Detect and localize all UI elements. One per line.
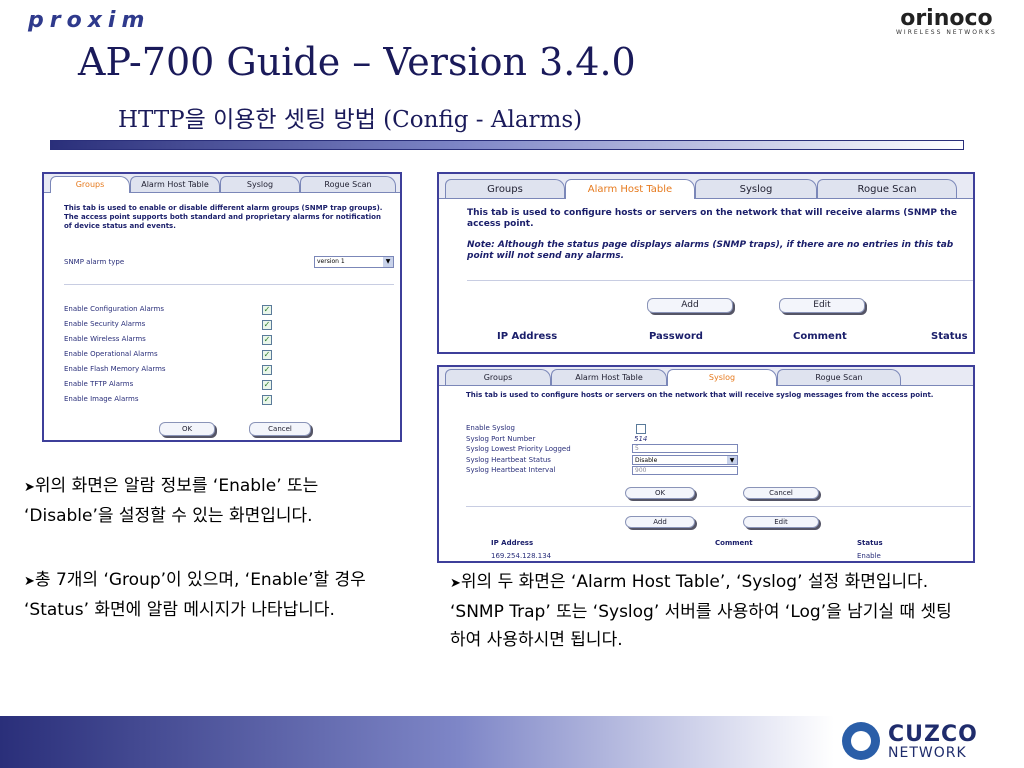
checkbox-security-alarms[interactable]: ✓ xyxy=(262,320,272,330)
description-groups: ➤위의 화면은 알람 정보를 ‘Enable’ 또는 ‘Disable’을 설정… xyxy=(24,472,404,530)
cuzco-network-logo: CUZCO NETWORK xyxy=(842,718,1012,764)
orinoco-logo-tag: WIRELESS NETWORKS xyxy=(896,29,997,36)
tab-groups[interactable]: Groups xyxy=(50,176,130,193)
column-password: Password xyxy=(649,331,703,342)
orinoco-logo-name: orinoco xyxy=(900,6,993,31)
tab-rogue-scan[interactable]: Rogue Scan xyxy=(777,369,901,385)
description-status-text: 총 7개의 ‘Group’이 있으며, ‘Enable’할 경우 ‘Status… xyxy=(24,570,366,620)
page-subtitle: HTTP을 이용한 셋팅 방법 (Config - Alarms) xyxy=(118,107,583,133)
heartbeat-interval-value: 900 xyxy=(635,467,647,474)
ok-button[interactable]: OK xyxy=(159,422,215,436)
label-heartbeat-status: Syslog Heartbeat Status xyxy=(466,456,551,464)
chevron-down-icon: ▼ xyxy=(727,456,737,464)
groups-screenshot: Groups Alarm Host Table Syslog Rogue Sca… xyxy=(42,172,402,442)
chevron-down-icon: ▼ xyxy=(383,257,393,267)
table-row-ip: 169.254.128.134 xyxy=(491,552,552,560)
tab-syslog[interactable]: Syslog xyxy=(220,176,300,192)
checkbox-tftp-alarms[interactable]: ✓ xyxy=(262,380,272,390)
snmp-alarm-type-value: version 1 xyxy=(317,258,345,265)
cancel-button[interactable]: Cancel xyxy=(743,487,819,499)
syslog-screenshot: Groups Alarm Host Table Syslog Rogue Sca… xyxy=(437,365,975,563)
checkbox-image-alarms[interactable]: ✓ xyxy=(262,395,272,405)
cancel-button[interactable]: Cancel xyxy=(249,422,311,436)
checkbox-enable-syslog[interactable] xyxy=(636,424,646,434)
groups-intro: This tab is used to enable or disable di… xyxy=(64,204,383,230)
column-ip-address: IP Address xyxy=(497,331,558,342)
alarm-label-image: Enable Image Alarms xyxy=(64,395,139,403)
label-heartbeat-interval: Syslog Heartbeat Interval xyxy=(466,466,556,474)
tab-alarm-host-table[interactable]: Alarm Host Table xyxy=(565,179,695,199)
description-host-syslog-text: 위의 두 화면은 ‘Alarm Host Table’, ‘Syslog’ 설정… xyxy=(450,572,952,650)
tab-groups[interactable]: Groups xyxy=(445,369,551,385)
alarm-host-table-screenshot: Groups Alarm Host Table Syslog Rogue Sca… xyxy=(437,172,975,354)
heartbeat-status-select[interactable]: Disable ▼ xyxy=(632,455,738,465)
footer-bar xyxy=(0,716,834,768)
checkbox-configuration-alarms[interactable]: ✓ xyxy=(262,305,272,315)
description-groups-text: 위의 화면은 알람 정보를 ‘Enable’ 또는 ‘Disable’을 설정할… xyxy=(24,476,319,526)
alarm-label-flash-memory: Enable Flash Memory Alarms xyxy=(64,365,166,373)
column-status: Status xyxy=(857,539,883,547)
checkbox-operational-alarms[interactable]: ✓ xyxy=(262,350,272,360)
alarm-label-wireless: Enable Wireless Alarms xyxy=(64,335,146,343)
divider xyxy=(466,506,971,507)
title-divider-bar xyxy=(50,140,964,150)
orinoco-logo: orinoco WIRELESS NETWORKS xyxy=(896,6,997,36)
alarm-label-operational: Enable Operational Alarms xyxy=(64,350,158,358)
tab-rogue-scan[interactable]: Rogue Scan xyxy=(300,176,396,192)
divider xyxy=(467,280,973,281)
snmp-alarm-type-select[interactable]: version 1 ▼ xyxy=(314,256,394,268)
arrow-bullet-icon: ➤ xyxy=(450,576,461,591)
tab-alarm-host-table[interactable]: Alarm Host Table xyxy=(551,369,667,385)
description-host-syslog: ➤위의 두 화면은 ‘Alarm Host Table’, ‘Syslog’ 설… xyxy=(450,568,954,654)
alarm-label-configuration: Enable Configuration Alarms xyxy=(64,305,165,313)
column-ip-address: IP Address xyxy=(491,539,534,547)
proxim-logo: proxim xyxy=(28,8,151,33)
host-intro: This tab is used to configure hosts or s… xyxy=(467,208,957,229)
alarm-label-security: Enable Security Alarms xyxy=(64,320,146,328)
syslog-priority-value: 5 xyxy=(635,445,639,452)
cuzco-logo-mark-icon xyxy=(842,722,880,760)
checkbox-wireless-alarms[interactable]: ✓ xyxy=(262,335,272,345)
edit-button[interactable]: Edit xyxy=(779,298,865,313)
heartbeat-status-value: Disable xyxy=(635,457,658,464)
column-comment: Comment xyxy=(715,539,753,547)
tab-groups[interactable]: Groups xyxy=(445,179,565,198)
cuzco-logo-line2: NETWORK xyxy=(888,745,967,761)
add-button[interactable]: Add xyxy=(647,298,733,313)
description-status: ➤총 7개의 ‘Group’이 있으며, ‘Enable’할 경우 ‘Statu… xyxy=(24,566,404,624)
label-enable-syslog: Enable Syslog xyxy=(466,424,515,432)
alarm-label-tftp: Enable TFTP Alarms xyxy=(64,380,134,388)
heartbeat-interval-field[interactable]: 900 xyxy=(632,466,738,475)
table-row-status: Enable xyxy=(857,552,881,560)
groups-tab-strip: Groups Alarm Host Table Syslog Rogue Sca… xyxy=(44,174,400,193)
ok-button[interactable]: OK xyxy=(625,487,695,499)
tab-alarm-host-table[interactable]: Alarm Host Table xyxy=(130,176,220,192)
arrow-bullet-icon: ➤ xyxy=(24,574,35,589)
syslog-intro: This tab is used to configure hosts or s… xyxy=(466,391,934,399)
host-tab-strip: Groups Alarm Host Table Syslog Rogue Sca… xyxy=(439,174,973,199)
tab-syslog[interactable]: Syslog xyxy=(695,179,817,198)
cuzco-logo-line1: CUZCO xyxy=(888,722,978,747)
tab-syslog[interactable]: Syslog xyxy=(667,369,777,386)
arrow-bullet-icon: ➤ xyxy=(24,480,35,495)
syslog-tab-strip: Groups Alarm Host Table Syslog Rogue Sca… xyxy=(439,367,973,386)
syslog-port-field[interactable]: 514 xyxy=(634,435,647,443)
checkbox-flash-memory-alarms[interactable]: ✓ xyxy=(262,365,272,375)
edit-button[interactable]: Edit xyxy=(743,516,819,528)
label-syslog-port: Syslog Port Number xyxy=(466,435,536,443)
syslog-priority-field[interactable]: 5 xyxy=(632,444,738,453)
column-status: Status xyxy=(931,331,968,342)
divider xyxy=(64,284,394,285)
column-comment: Comment xyxy=(793,331,847,342)
host-note: Note: Although the status page displays … xyxy=(467,240,954,261)
page-title: AP-700 Guide – Version 3.4.0 xyxy=(78,40,636,84)
label-syslog-priority: Syslog Lowest Priority Logged xyxy=(466,445,571,453)
snmp-alarm-type-label: SNMP alarm type xyxy=(64,258,125,266)
tab-rogue-scan[interactable]: Rogue Scan xyxy=(817,179,957,198)
add-button[interactable]: Add xyxy=(625,516,695,528)
